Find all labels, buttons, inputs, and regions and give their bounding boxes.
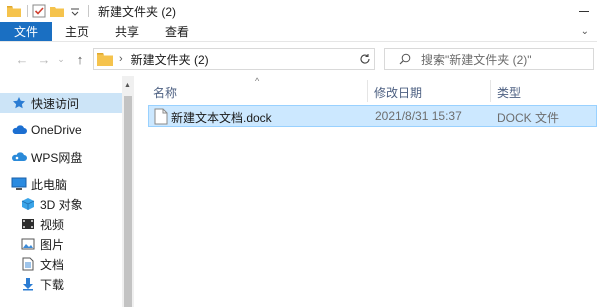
wps-cloud-icon — [11, 149, 27, 165]
window-title: 新建文件夹 (2) — [98, 4, 177, 19]
star-pin-icon — [11, 95, 27, 111]
title-bar: 新建文件夹 (2) — [0, 0, 597, 22]
toolbar-separator — [88, 5, 89, 17]
file-row[interactable]: 新建文本文档.dock 2021/8/31 15:37 DOCK 文件 — [148, 105, 597, 127]
file-modified-date: 2021/8/31 15:37 — [375, 109, 462, 123]
download-icon — [20, 276, 36, 292]
breadcrumb-chevron-icon[interactable]: › — [119, 53, 123, 65]
quick-access-toolbar — [0, 0, 92, 22]
search-input[interactable]: 搜索"新建文件夹 (2)" — [384, 48, 594, 70]
picture-icon — [20, 236, 36, 252]
sidebar-item-pictures[interactable]: 图片 — [0, 234, 122, 254]
video-icon — [20, 216, 36, 232]
column-header-modified[interactable]: 修改日期 — [374, 84, 422, 101]
tab-file[interactable]: 文件 — [0, 22, 53, 41]
navigation-pane: 快速访问 OneDrive WPS网盘 此电脑 3D 对象 视频 图片 文档 下… — [0, 76, 122, 307]
tab-home[interactable]: 主页 — [52, 22, 102, 41]
ribbon-tabs: 文件 主页 共享 查看 ⌄ — [0, 22, 597, 42]
sidebar-item-documents[interactable]: 文档 — [0, 254, 122, 274]
recent-locations-chevron-icon[interactable]: ⌄ — [56, 51, 66, 67]
sidebar-item-quick-access[interactable]: 快速访问 — [0, 93, 122, 113]
sidebar-item-3d-objects[interactable]: 3D 对象 — [0, 194, 122, 214]
file-type: DOCK 文件 — [497, 111, 560, 125]
file-name: 新建文本文档.dock — [171, 111, 272, 125]
back-arrow-icon[interactable]: ← — [14, 51, 30, 67]
document-icon — [20, 256, 36, 272]
sidebar-item-this-pc[interactable]: 此电脑 — [0, 174, 122, 194]
cloud-icon — [11, 122, 27, 138]
column-header-name[interactable]: 名称 — [153, 84, 177, 101]
minimize-button[interactable] — [577, 0, 591, 22]
sidebar-item-downloads[interactable]: 下载 — [0, 274, 122, 294]
sort-up-icon: ^ — [255, 76, 260, 86]
computer-icon — [11, 176, 27, 192]
customize-toolbar-chevron-icon[interactable] — [67, 3, 83, 19]
expand-ribbon-icon[interactable]: ⌄ — [581, 22, 589, 42]
up-arrow-icon[interactable]: ↑ — [72, 51, 88, 67]
navigation-bar: ← → ⌄ ↑ › 新建文件夹 (2) ⌄ 搜索"新建文件夹 (2)" — [0, 42, 597, 76]
new-folder-icon[interactable] — [49, 3, 65, 19]
cube-icon — [20, 196, 36, 212]
breadcrumb-current-folder[interactable]: 新建文件夹 (2) — [131, 51, 209, 68]
scroll-up-arrow-icon[interactable]: ▲ — [124, 82, 131, 89]
column-headers: ^ 名称 修改日期 类型 — [134, 76, 597, 104]
refresh-icon[interactable] — [354, 48, 376, 70]
sidebar-item-onedrive[interactable]: OneDrive — [0, 120, 122, 140]
column-divider[interactable] — [367, 80, 368, 102]
sidebar-item-wps-cloud[interactable]: WPS网盘 — [0, 147, 122, 167]
toolbar-separator — [27, 5, 28, 17]
folder-icon — [97, 53, 113, 66]
tab-share[interactable]: 共享 — [102, 22, 152, 41]
properties-check-icon[interactable] — [31, 3, 47, 19]
sidebar-item-videos[interactable]: 视频 — [0, 214, 122, 234]
file-list-pane: ^ 名称 修改日期 类型 新建文本文档.dock 2021/8/31 15:37… — [134, 76, 597, 307]
column-header-type[interactable]: 类型 — [497, 84, 521, 101]
search-placeholder: 搜索"新建文件夹 (2)" — [421, 52, 532, 67]
folder-icon — [6, 3, 22, 19]
column-divider[interactable] — [490, 80, 491, 102]
tab-view[interactable]: 查看 — [152, 22, 202, 41]
search-icon — [399, 53, 411, 65]
forward-arrow-icon[interactable]: → — [36, 51, 52, 67]
file-icon — [154, 108, 168, 125]
address-bar[interactable]: › 新建文件夹 (2) ⌄ — [93, 48, 443, 70]
scrollbar-thumb[interactable] — [124, 96, 132, 307]
navigation-pane-scrollbar[interactable]: ▲ — [122, 76, 134, 307]
